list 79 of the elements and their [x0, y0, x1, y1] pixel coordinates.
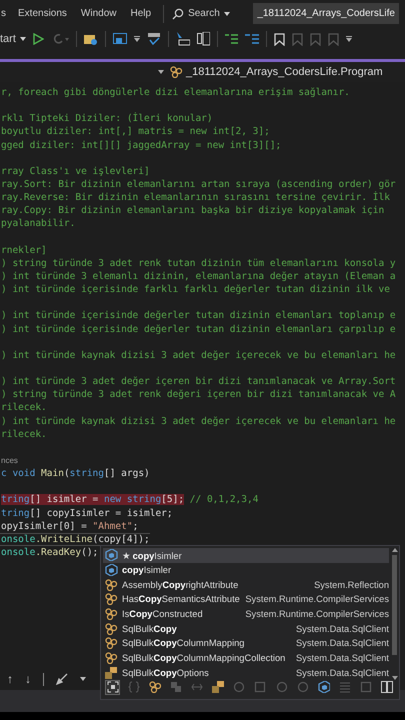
comment-line: ) int türünde 3 elemanlı dizinin, elemanlarına değer atayın (Eleman a [0, 270, 397, 284]
comment-line: ) int türünde içerisinde değerler tutan dizinin elemanları çarpılıp e [0, 322, 397, 336]
caret-icon[interactable] [80, 677, 86, 681]
comment-line: ) int türünde kaynak dizisi 3 adet değer içerecek ve bu elemanları he [0, 414, 397, 428]
comment-line: rilecek. [0, 401, 48, 415]
comment-line: ) string türünde 3 adet renk tutan dizinin tüm elemanlarını konsola y [0, 256, 397, 270]
comment-line: rklı Tipteki Diziler: (İleri konular) [0, 112, 214, 126]
field-icon [105, 549, 118, 562]
folder-icon[interactable] [84, 32, 98, 46]
caret-icon [20, 37, 26, 41]
caret-icon[interactable] [346, 36, 352, 42]
completion-item[interactable]: IsCopyConstructed System.Runtime.CompilerServices [103, 606, 389, 622]
enum-icon [105, 666, 118, 679]
field-filter-icon[interactable] [316, 680, 332, 694]
spellcheck-icon[interactable] [146, 32, 161, 46]
codelens-text[interactable]: nces [1, 456, 18, 465]
caret-icon[interactable] [134, 36, 140, 42]
window-icon[interactable] [112, 32, 127, 46]
scroll-up-icon[interactable] [392, 548, 398, 552]
completion-item[interactable]: SqlBulkCopy System.Data.SqlClient [103, 621, 389, 636]
list-icon[interactable] [196, 32, 210, 46]
comment-line: pyalanabilir. [0, 217, 76, 231]
comment-line: r, foreach gibi döngülerle dizi elemanlarına erişim sağlanır. [0, 86, 351, 100]
comment-line: ) int türünde içerisinde farklı farklı değerler tutan dizinin ilk ve [0, 283, 391, 296]
split-filter-icon[interactable] [380, 680, 395, 694]
comment-line: ray.Reverse: Bir dizinin elemanlarının sırasını tersine çevirir. İlk [0, 191, 391, 204]
menu-item[interactable]: Window [80, 8, 116, 19]
code-line: tring[] copyIsimler = isimler; [0, 506, 173, 520]
class-dropdown[interactable]: _18112024_Arrays_CodersLife.Program [170, 66, 383, 78]
class-icon [105, 637, 118, 650]
class-icon [105, 608, 118, 620]
menu-item[interactable]: Help [130, 8, 152, 19]
caret-icon [224, 12, 230, 16]
comment-line: gged diziler: int[][] jaggedArray = new int[3][]; [0, 138, 282, 152]
menu-item[interactable]: s [1, 8, 6, 19]
search-icon [172, 8, 184, 20]
start-button[interactable]: tart [0, 33, 26, 45]
field-icon [105, 564, 118, 576]
code-line: onsole.ReadKey(); [0, 546, 98, 560]
comment-line: ) string türünde 3 adet renk değeri içeren bir dizi tanımlanacak ve A [0, 388, 397, 402]
code-line: tring[] isimler = new string[5]; // 0,1,2,3,4 [0, 493, 258, 506]
code-line: opyIsimler[0] = "Ahmet"; [0, 520, 138, 533]
snippet-filter-icon[interactable] [105, 680, 120, 694]
up-arrow-button[interactable]: ↑ [7, 672, 13, 686]
comment-line: boyutlu diziler: int[,] matris = new int[2, 3]; [0, 125, 271, 139]
class-icon [170, 66, 184, 78]
caret-icon[interactable] [158, 70, 164, 74]
class-icon [105, 622, 118, 635]
completion-item[interactable]: SqlBulkCopyColumnMapping System.Data.SqlClient [103, 636, 389, 651]
comment-line: ) int türünde içerisinde değerler tutan dizinin elemanları toplanıp e [0, 309, 397, 323]
code-line: c void Main(string[] args) [0, 467, 150, 480]
comment-line: rilecek. [0, 428, 48, 441]
completion-item[interactable]: copyIsimler [103, 562, 389, 578]
class-icon [105, 593, 118, 606]
play-icon[interactable] [32, 33, 44, 45]
menu-item[interactable]: Extensions [18, 8, 67, 19]
search-button[interactable]: Search [168, 8, 234, 20]
comment-line: ) int türünde 3 adet değer içeren bir dizi tanımlanacak ve Array.Sort [0, 375, 397, 388]
completion-item[interactable]: ★ copyIsimler [103, 548, 389, 563]
code-line: onsole.WriteLine(copy[4]); [0, 532, 150, 546]
pointer-icon[interactable] [176, 32, 190, 46]
class-icon [105, 578, 118, 591]
completion-item[interactable]: SqlBulkCopyOptions System.Data.SqlClient [103, 666, 389, 680]
class-filter-icon[interactable] [147, 680, 162, 694]
class-icon [105, 652, 118, 664]
indent-icon[interactable] [224, 33, 238, 45]
comment-line: ray.Sort: Bir dizinin elemanlarını artan sıraya (ascending order) gör [0, 178, 397, 191]
comment-line: ) int türünde kaynak dizisi 3 adet değer içerecek ve bu elemanları he [0, 348, 397, 362]
scroll-down-icon[interactable] [392, 676, 398, 680]
comment-line: rray Class'ı ve işlevleri] [0, 164, 151, 178]
comment-line: rnekler] [0, 244, 48, 257]
enum-filter-icon[interactable] [210, 680, 226, 694]
completion-item[interactable]: SqlBulkCopyColumnMappingCollection System.Data.SqlClient [103, 650, 389, 666]
window-title: _18112024_Arrays_CodersLife [253, 3, 399, 24]
outdent-icon[interactable] [244, 33, 259, 45]
completion-item[interactable]: HasCopySemanticsAttribute System.Runtime.CompilerServices [103, 592, 389, 607]
comment-line: ray.Copy: Bir dizinin elemanlarını başka bir diziye kopyalamak için [0, 204, 386, 218]
down-arrow-button[interactable]: ↓ [25, 672, 31, 686]
completion-item[interactable]: AssemblyCopyrightAttribute System.Reflection [103, 577, 389, 592]
